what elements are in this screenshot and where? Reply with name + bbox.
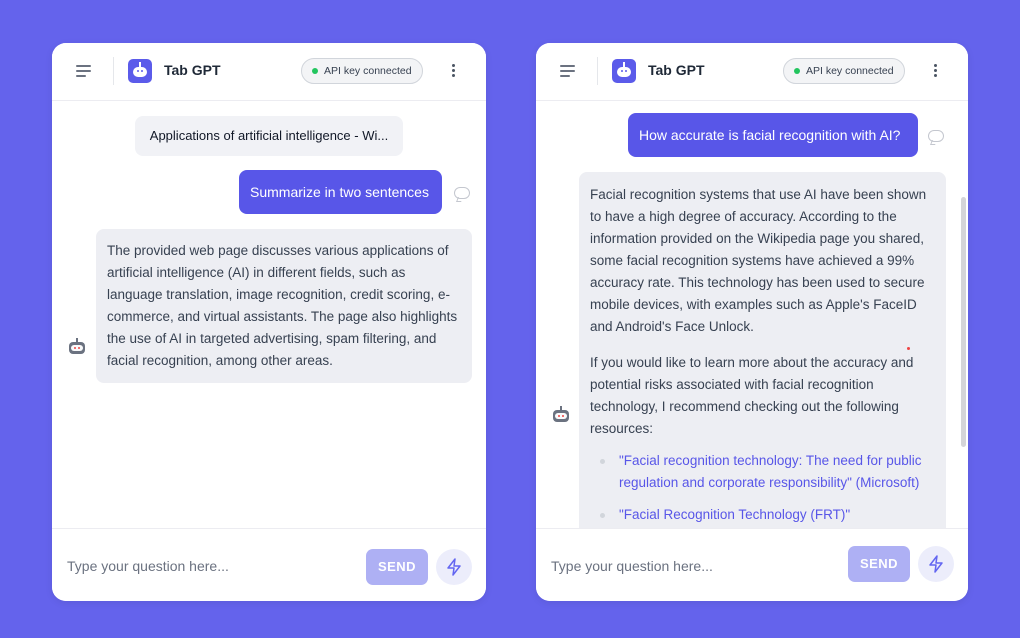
header-divider bbox=[113, 57, 114, 85]
bot-message: Facial recognition systems that use AI h… bbox=[579, 172, 946, 529]
bot-paragraph: Facial recognition systems that use AI h… bbox=[590, 187, 927, 334]
composer: SEND bbox=[536, 528, 968, 601]
chat-panel-right: Tab GPT API key connected How accurate i… bbox=[536, 43, 968, 601]
resource-link[interactable]: "Facial Recognition Technology (FRT)" bbox=[590, 504, 935, 526]
comment-icon[interactable] bbox=[454, 187, 470, 199]
api-status-badge: API key connected bbox=[783, 58, 905, 84]
bolt-button[interactable] bbox=[918, 546, 954, 582]
send-button[interactable]: SEND bbox=[848, 546, 910, 582]
bot-message: The provided web page discusses various … bbox=[96, 229, 472, 383]
status-dot-icon bbox=[312, 68, 318, 74]
robot-logo-icon bbox=[128, 59, 152, 83]
question-input[interactable] bbox=[549, 547, 843, 585]
composer: SEND bbox=[52, 528, 486, 601]
resource-link[interactable]: "Facial recognition technology: The need… bbox=[590, 450, 935, 494]
bolt-icon bbox=[929, 555, 943, 573]
user-message: How accurate is facial recognition with … bbox=[628, 113, 918, 157]
resource-list: "Facial recognition technology: The need… bbox=[590, 450, 935, 526]
header-divider bbox=[597, 57, 598, 85]
chat-panel-left: Tab GPT API key connected Applications o… bbox=[52, 43, 486, 601]
bolt-button[interactable] bbox=[436, 549, 472, 585]
send-button[interactable]: SEND bbox=[366, 549, 428, 585]
page-context-chip[interactable]: Applications of artificial intelligence … bbox=[135, 116, 403, 156]
menu-icon[interactable] bbox=[76, 65, 92, 77]
more-vertical-icon[interactable] bbox=[934, 64, 938, 78]
api-status-label: API key connected bbox=[806, 65, 894, 77]
bot-avatar-icon bbox=[68, 338, 86, 356]
bot-avatar-icon bbox=[552, 406, 570, 424]
robot-logo-icon bbox=[612, 59, 636, 83]
bolt-icon bbox=[447, 558, 461, 576]
menu-icon[interactable] bbox=[560, 65, 576, 77]
bot-paragraph: If you would like to learn more about th… bbox=[590, 355, 914, 436]
header: Tab GPT API key connected bbox=[52, 43, 486, 101]
more-vertical-icon[interactable] bbox=[452, 64, 456, 78]
chat-area[interactable]: Applications of artificial intelligence … bbox=[52, 101, 486, 529]
app-title: Tab GPT bbox=[648, 62, 705, 78]
cursor-marker bbox=[907, 347, 910, 350]
question-input[interactable] bbox=[65, 547, 359, 585]
bot-message-text: The provided web page discusses various … bbox=[107, 243, 458, 368]
status-dot-icon bbox=[794, 68, 800, 74]
api-status-badge: API key connected bbox=[301, 58, 423, 84]
comment-icon[interactable] bbox=[928, 130, 944, 142]
app-title: Tab GPT bbox=[164, 62, 221, 78]
user-message: Summarize in two sentences bbox=[239, 170, 442, 214]
header: Tab GPT API key connected bbox=[536, 43, 968, 101]
api-status-label: API key connected bbox=[324, 65, 412, 77]
chat-area[interactable]: How accurate is facial recognition with … bbox=[536, 101, 968, 529]
scrollbar[interactable] bbox=[961, 197, 966, 447]
